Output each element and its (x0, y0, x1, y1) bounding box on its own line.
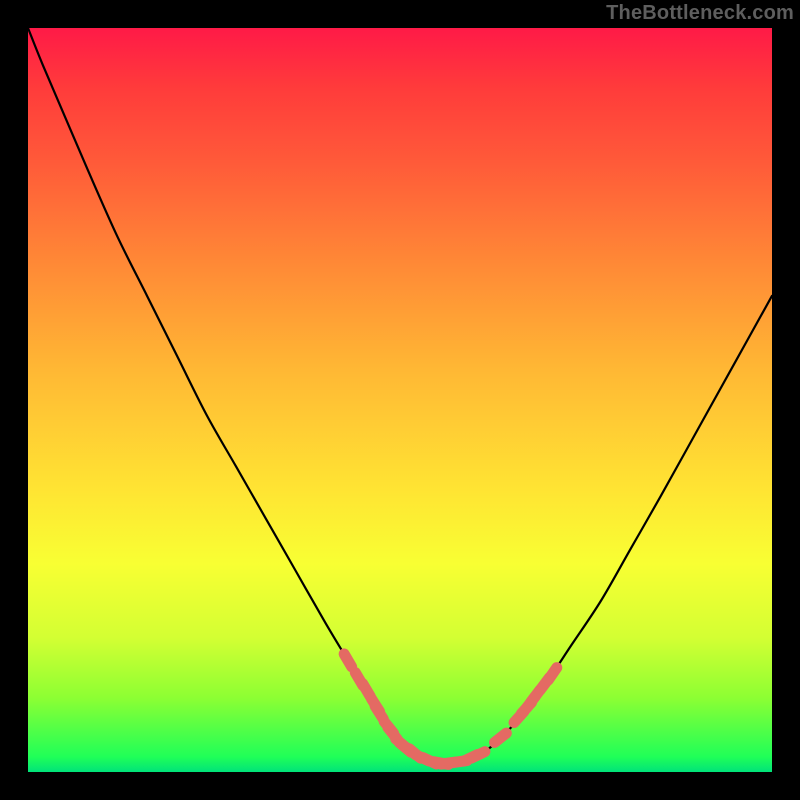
watermark-text: TheBottleneck.com (606, 2, 794, 25)
curve-marker (344, 654, 352, 667)
chart-frame: TheBottleneck.com (0, 0, 800, 800)
curve-marker (471, 752, 485, 758)
chart-svg (28, 28, 772, 772)
curve-marker (495, 733, 507, 742)
curve-markers (344, 654, 557, 764)
bottleneck-curve (28, 28, 772, 763)
curve-marker (548, 668, 557, 680)
